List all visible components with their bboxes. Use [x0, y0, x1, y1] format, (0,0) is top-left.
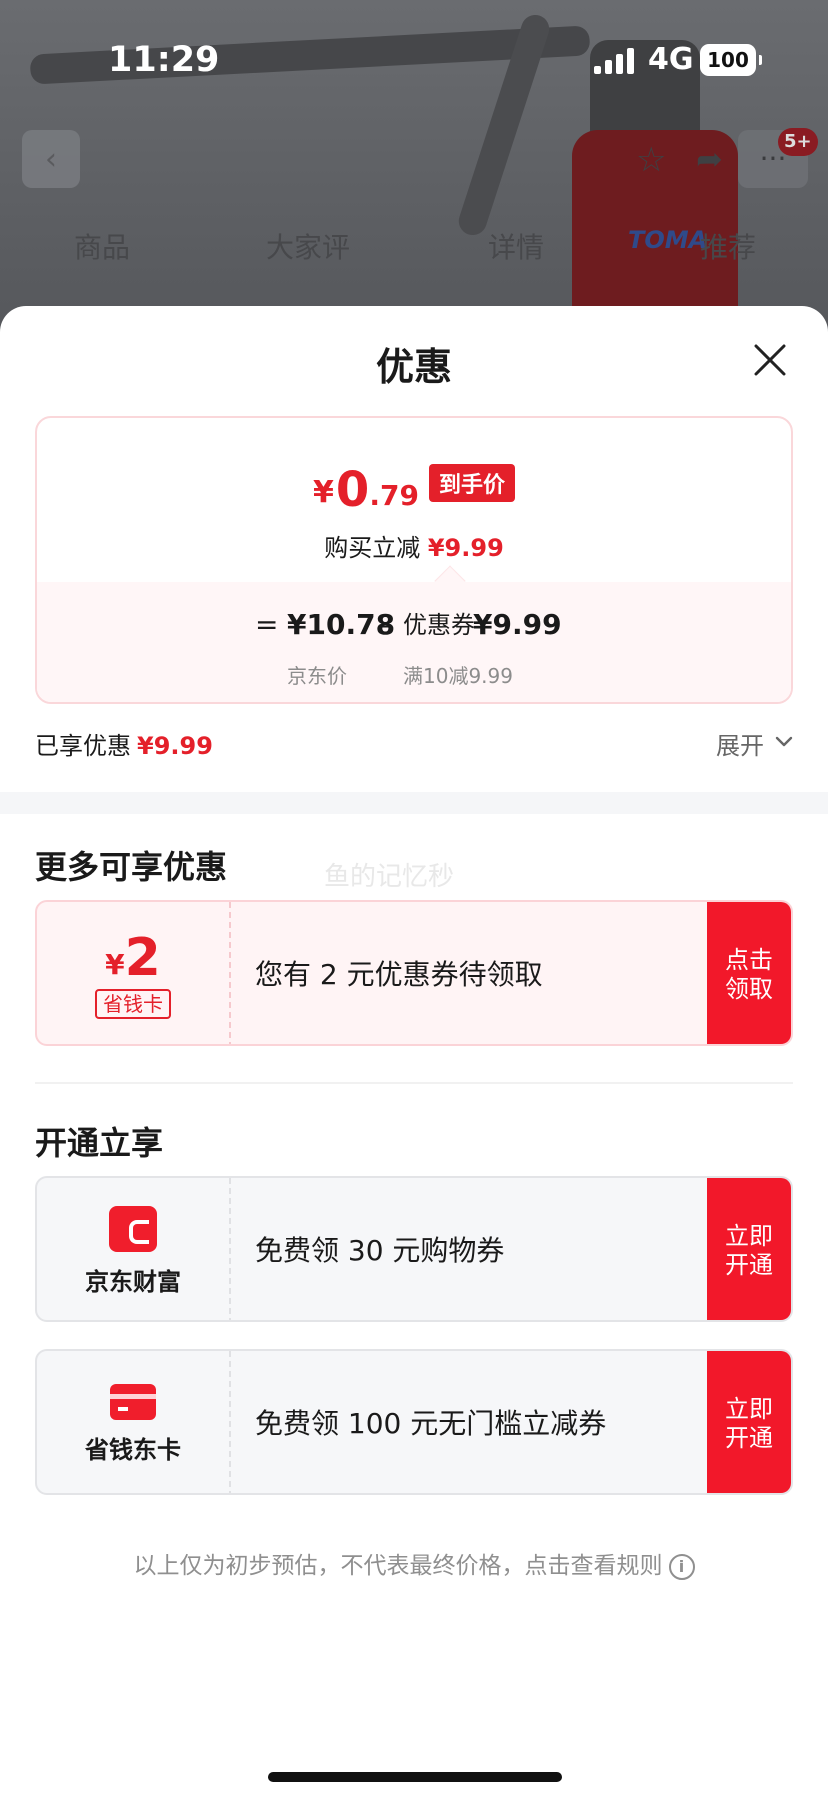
- back-button[interactable]: ‹: [22, 130, 80, 188]
- formula-equals: =: [255, 608, 279, 641]
- status-bar: 11:29 4G 100: [0, 0, 828, 100]
- tab-goods[interactable]: 商品: [74, 226, 130, 266]
- chevron-down-icon[interactable]: [774, 732, 794, 752]
- save-coupon-text: 您有 2 元优惠券待领取: [255, 958, 543, 991]
- enjoyed-discount-amount: ¥9.99: [137, 732, 213, 760]
- save-card-label: 省钱东卡: [85, 1435, 181, 1464]
- info-icon[interactable]: i: [668, 1553, 695, 1580]
- dashed-divider: [229, 1351, 231, 1493]
- section-divider: [0, 792, 828, 814]
- save-coupon-value: 2: [124, 928, 161, 988]
- chevron-left-icon: ‹: [45, 141, 57, 177]
- dashed-divider: [229, 902, 231, 1044]
- disclaimer-text: 以上仅为初步预估，不代表最终价格，点击查看规则: [133, 1553, 663, 1579]
- tab-recommend[interactable]: 推荐: [700, 226, 756, 266]
- disclaimer[interactable]: 以上仅为初步预估，不代表最终价格，点击查看规则 i: [0, 1546, 828, 1580]
- close-icon[interactable]: [750, 340, 790, 380]
- final-price-decimal: .79: [369, 479, 419, 512]
- save-coupon-tag: 省钱卡: [95, 989, 171, 1019]
- activate-title: 开通立享: [35, 1124, 164, 1162]
- save-coupon-badge: ¥ 2 省钱卡: [37, 902, 229, 1044]
- final-price-currency: ¥: [313, 475, 334, 510]
- save-card-badge: 省钱东卡: [37, 1351, 229, 1493]
- coupon-label: 优惠券: [403, 611, 475, 639]
- bank-card-icon: [110, 1383, 156, 1420]
- price-formula: = ¥10.78 – 优惠券 ¥9.99: [37, 608, 791, 648]
- star-icon[interactable]: ☆: [636, 140, 666, 180]
- save-coupon-offer[interactable]: ¥ 2 省钱卡 您有 2 元优惠券待领取 点击领取: [35, 900, 793, 1046]
- message-badge: 5+: [778, 128, 818, 156]
- tab-reviews[interactable]: 大家评: [266, 226, 350, 266]
- price-breakdown-card: ¥ 0 .79 到手价 购买立减 ¥9.99 = ¥10.78 – 优惠券 ¥9…: [35, 416, 793, 704]
- save-coupon-currency: ¥: [105, 948, 125, 981]
- dashed-divider: [229, 1178, 231, 1320]
- more-offers-title: 更多可享优惠: [35, 848, 228, 886]
- home-indicator: [268, 1772, 562, 1782]
- tab-details[interactable]: 详情: [488, 226, 544, 266]
- share-icon[interactable]: ➦: [696, 140, 723, 178]
- instant-discount-line: 购买立减 ¥9.99: [37, 528, 791, 563]
- formula-minus: –: [377, 608, 391, 641]
- save-coupon-amount: ¥ 2: [105, 931, 161, 985]
- expand-link[interactable]: 展开: [716, 726, 764, 761]
- final-price: ¥ 0 .79 到手价: [37, 464, 791, 516]
- coupon-amount: ¥9.99: [473, 608, 562, 641]
- instant-discount-label: 购买立减: [324, 534, 421, 562]
- enjoyed-discount-label: 已享优惠: [35, 732, 131, 760]
- discount-sheet: 优惠 ¥ 0 .79 到手价 购买立减 ¥9.99 = ¥10.78 – 优惠券…: [0, 306, 828, 1796]
- divider-line: [35, 1082, 793, 1084]
- enjoyed-discount: 已享优惠 ¥9.99: [35, 726, 213, 761]
- claim-coupon-button[interactable]: 点击领取: [707, 902, 791, 1044]
- final-price-integer: 0: [335, 462, 370, 518]
- save-card-text: 免费领 100 元无门槛立减券: [255, 1407, 607, 1440]
- sheet-title: 优惠: [375, 345, 452, 389]
- activate-card-button[interactable]: 立即开通: [707, 1351, 791, 1493]
- status-time: 11:29: [108, 40, 220, 80]
- save-card-offer[interactable]: 省钱东卡 免费领 100 元无门槛立减券 立即开通: [35, 1349, 793, 1495]
- product-page-backdrop[interactable]: TOMA 11:29 4G 100 ‹ ☆ ➦ ··· 5+ 商品 大家评 详情…: [0, 0, 828, 340]
- jd-finance-offer[interactable]: 京东财富 免费领 30 元购物券 立即开通: [35, 1176, 793, 1322]
- jd-finance-text: 免费领 30 元购物券: [255, 1234, 505, 1267]
- network-label: 4G: [648, 42, 694, 77]
- product-nav-tabs: 商品 大家评 详情 推荐: [0, 226, 828, 270]
- jd-finance-badge: 京东财富: [37, 1178, 229, 1320]
- final-price-tag: 到手价: [428, 464, 515, 502]
- battery-icon: 100: [700, 44, 762, 76]
- coupon-rule: 满10减9.99: [403, 664, 513, 688]
- signal-icon: [594, 48, 634, 74]
- activate-finance-button[interactable]: 立即开通: [707, 1178, 791, 1320]
- user-watermark: 鱼的记忆秒: [324, 862, 455, 892]
- instant-discount-amount: ¥9.99: [427, 534, 504, 562]
- wallet-icon: [109, 1205, 157, 1252]
- jd-finance-label: 京东财富: [85, 1267, 181, 1296]
- jd-price-label: 京东价: [287, 664, 347, 688]
